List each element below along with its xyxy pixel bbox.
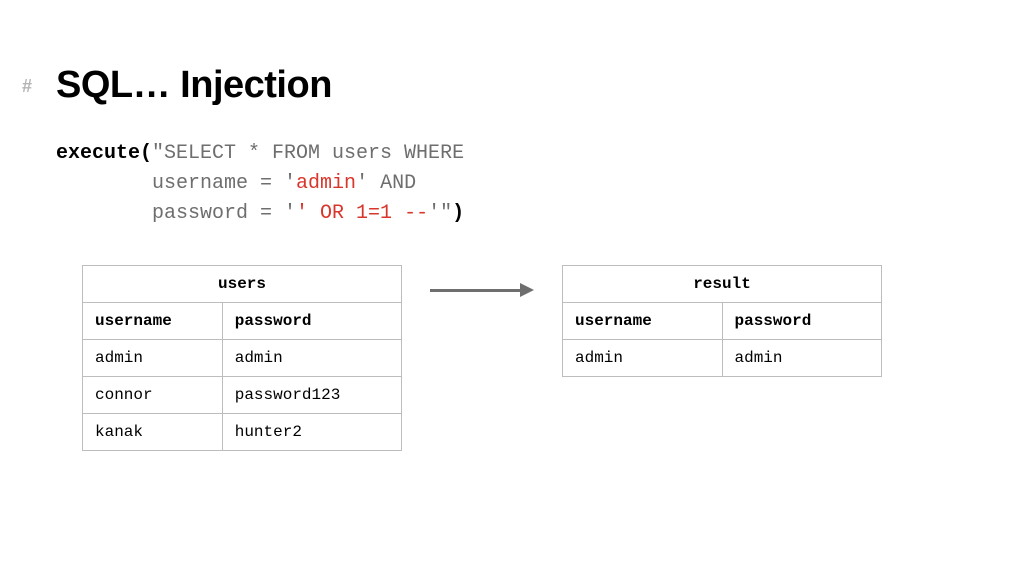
users-table: users username password admin admin conn… — [82, 265, 402, 451]
arrow-head — [520, 283, 534, 297]
code-line1: "SELECT * FROM users WHERE — [152, 142, 464, 165]
cell: hunter2 — [222, 414, 401, 451]
arrow-line — [430, 289, 520, 292]
cell: admin — [563, 340, 723, 377]
table-row: admin admin — [83, 340, 402, 377]
code-exec-close: ) — [452, 202, 464, 225]
table-row: username password — [563, 303, 882, 340]
code-l2-inject: admin — [296, 172, 356, 195]
slide-title: SQL… Injection — [56, 64, 968, 107]
col-header: username — [83, 303, 223, 340]
arrow-icon — [430, 265, 534, 305]
code-indent2 — [56, 202, 152, 225]
table-row: result — [563, 266, 882, 303]
users-table-title: users — [83, 266, 402, 303]
tables-row: users username password admin admin conn… — [82, 265, 968, 451]
table-row: connor password123 — [83, 377, 402, 414]
table-row: users — [83, 266, 402, 303]
col-header: username — [563, 303, 723, 340]
slide: # SQL… Injection execute("SELECT * FROM … — [0, 0, 1024, 576]
code-indent — [56, 172, 152, 195]
result-table-title: result — [563, 266, 882, 303]
code-l2b: ' AND — [356, 172, 416, 195]
result-table: result username password admin admin — [562, 265, 882, 377]
code-exec-open: execute( — [56, 142, 152, 165]
col-header: password — [722, 303, 882, 340]
cell: admin — [83, 340, 223, 377]
table-row: username password — [83, 303, 402, 340]
cell: admin — [222, 340, 401, 377]
cell: admin — [722, 340, 882, 377]
hash-marker: # — [22, 76, 32, 97]
code-l3b: '" — [428, 202, 452, 225]
table-row: admin admin — [563, 340, 882, 377]
cell: password123 — [222, 377, 401, 414]
col-header: password — [222, 303, 401, 340]
code-l3-inject: ' OR 1=1 -- — [296, 202, 428, 225]
code-l2a: username = ' — [152, 172, 296, 195]
code-block: execute("SELECT * FROM users WHERE usern… — [56, 139, 968, 229]
code-l3a: password = ' — [152, 202, 296, 225]
cell: connor — [83, 377, 223, 414]
table-row: kanak hunter2 — [83, 414, 402, 451]
cell: kanak — [83, 414, 223, 451]
